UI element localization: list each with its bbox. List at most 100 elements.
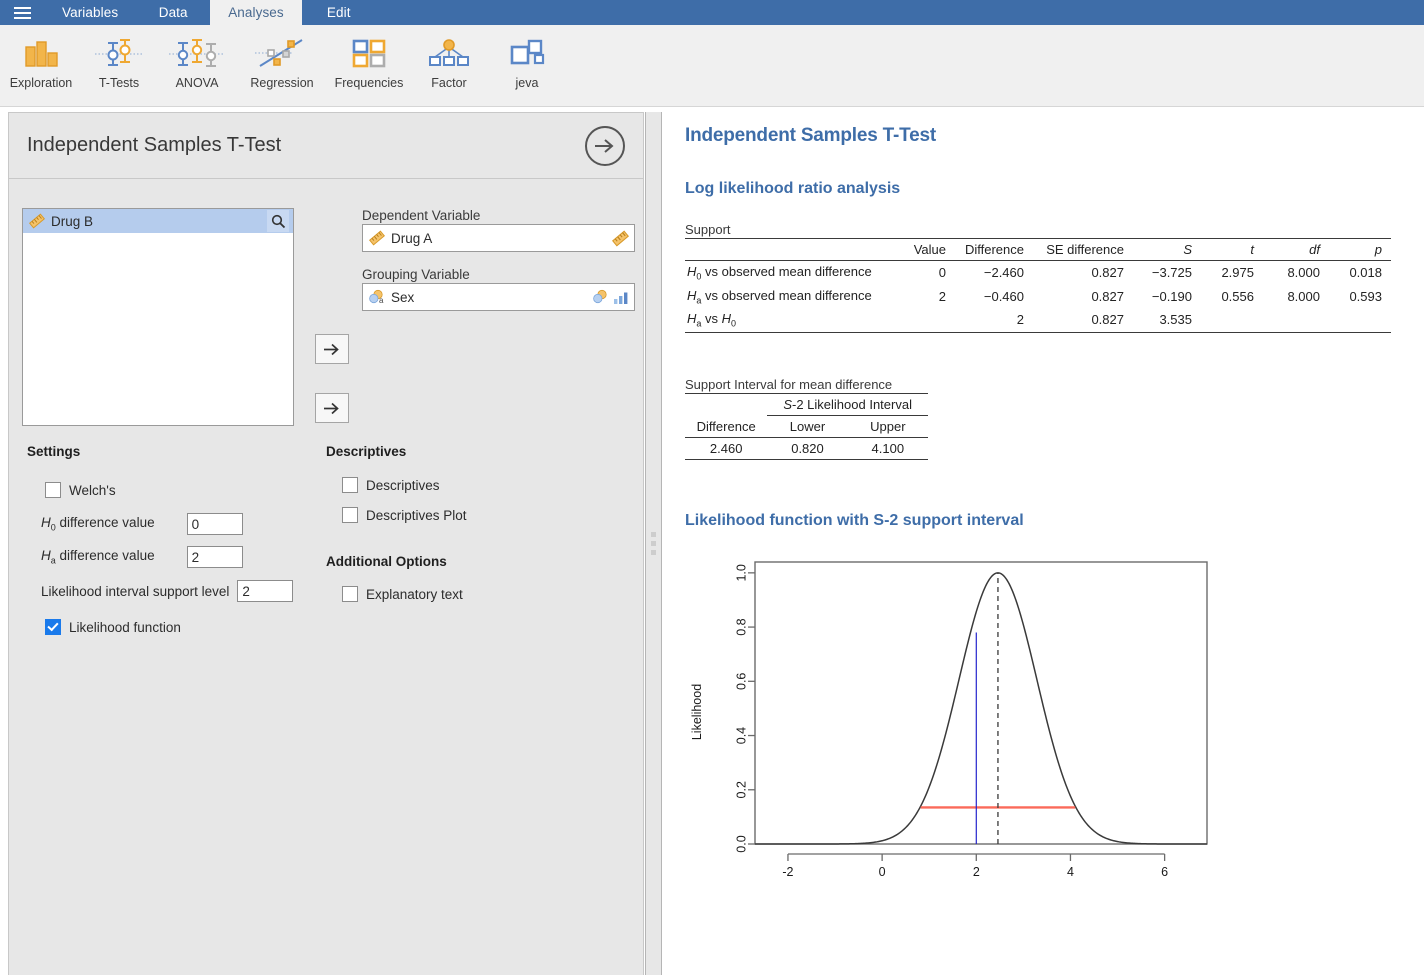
tab-edit[interactable]: Edit [302,0,376,25]
ribbon-button-jeva[interactable]: jeva [488,25,566,103]
explanatory-text-label: Explanatory text [366,586,463,602]
grouping-variable-box[interactable]: a Sex [362,283,635,311]
results-section-log-likelihood[interactable]: Log likelihood ratio analysis [685,180,1424,198]
ribbon-label-exploration: Exploration [9,76,73,90]
ordinal-icon [614,292,628,304]
t-tests-icon [86,33,152,73]
svg-text:2: 2 [973,865,980,879]
dependent-variable-box[interactable]: Drug A [362,224,635,252]
svg-text:6: 6 [1161,865,1168,879]
interval-table-caption: Support Interval for mean difference [685,376,893,392]
likelihood-curve [755,571,1207,845]
col-header-df: df [1263,238,1329,261]
analyses-ribbon: Exploration T-Tests ANOVA Regression Fre… [0,25,1424,107]
descriptives-plot-checkbox[interactable]: Descriptives Plot [342,507,467,523]
arrow-right-circle-icon[interactable] [585,125,625,166]
grouping-variable-label: Grouping Variable [362,267,470,282]
h0-difference-input[interactable] [186,513,243,535]
group-header-likelihood-interval: S-2 Likelihood Interval [767,392,928,416]
row-label: H0 vs observed mean difference [687,264,872,282]
factor-icon [416,33,482,73]
support-table-caption: Support [685,222,731,237]
cell-df [1263,308,1329,333]
ribbon-label-regression: Regression [250,76,314,90]
cell-upper: 4.100 [847,437,928,460]
arrow-right-icon [324,402,339,414]
col-header-t: t [1201,238,1263,261]
variable-supplier-list[interactable]: Drug B [22,208,294,426]
ha-difference-input[interactable] [186,546,243,568]
likelihood-plot[interactable]: Likelihood 0.0 0.2 0.4 0.6 0.8 1.0 -2 0 2 4 6 [685,552,1424,897]
row-label: Ha vs observed mean difference [687,287,872,306]
options-header: Independent Samples T-Test [9,113,643,179]
table-row: H0 vs observed mean difference 0 −2.460 … [685,261,1391,285]
ribbon-button-factor[interactable]: Factor [410,25,488,103]
splitter-grip-icon [651,532,656,555]
table-row: Ha vs observed mean difference 2 −0.460 … [685,285,1391,309]
welch-checkbox[interactable]: Welch's [45,482,116,498]
checkbox-box [342,507,358,523]
ribbon-button-frequencies[interactable]: Frequencies [328,25,410,103]
ribbon-button-regression[interactable]: Regression [236,25,328,103]
list-item[interactable]: Drug B [23,209,293,233]
panel-splitter[interactable] [645,112,662,975]
h0-difference-label: H0 difference value [41,515,155,533]
cell-s: 3.535 [1133,308,1201,333]
continuous-ruler-icon [369,230,385,246]
descriptives-checkbox[interactable]: Descriptives [342,477,440,493]
checkbox-box [342,586,358,602]
dependent-variable-label: Dependent Variable [362,208,481,223]
workspace: Independent Samples T-Test Drug B Depend… [0,107,1424,975]
tab-analyses[interactable]: Analyses [210,0,302,25]
likelihood-function-checkbox[interactable]: Likelihood function [45,619,181,635]
support-table: Value Difference SE difference S t df p … [685,238,1391,333]
results-title[interactable]: Independent Samples T-Test [685,125,1424,147]
tab-variables[interactable]: Variables [44,0,136,25]
tab-data[interactable]: Data [136,0,210,25]
col-header-difference: Difference [685,415,768,438]
welch-label: Welch's [69,482,116,498]
ribbon-label-frequencies: Frequencies [334,76,404,90]
table-row: 2.460 0.820 4.100 [685,437,928,460]
cell-se: 0.827 [1091,265,1124,281]
svg-text:4: 4 [1067,865,1074,879]
table-row: Ha vs H0 2 0.827 3.535 [685,308,1391,333]
descriptives-section-title: Descriptives [326,444,407,459]
ribbon-label-t-tests: T-Tests [98,76,140,90]
col-header-value: Value [895,238,955,261]
regression-icon [249,33,315,73]
ribbon-button-t-tests[interactable]: T-Tests [80,25,158,103]
cell-value: 0 [938,265,946,281]
ribbon-label-anova: ANOVA [175,76,219,90]
svg-text:0.2: 0.2 [734,781,748,798]
hamburger-menu-icon[interactable] [0,0,44,25]
cell-difference: 2.460 [685,437,768,460]
cell-s: −0.190 [1151,288,1192,304]
bar-chart-icon [8,33,74,73]
cell-lower: 0.820 [767,437,848,460]
cell-difference: 2 [955,308,1033,333]
likelihood-interval-input[interactable] [237,580,294,602]
jeva-icon [494,33,560,73]
continuous-ruler-icon [612,230,629,246]
results-panel: Independent Samples T-Test Log likelihoo… [663,107,1424,975]
explanatory-text-checkbox[interactable]: Explanatory text [342,586,463,602]
x-axis-ticks: -2 0 2 4 6 [782,853,1168,879]
descriptives-plot-label: Descriptives Plot [366,507,467,523]
checkbox-box [45,619,61,635]
results-section-likelihood-plot[interactable]: Likelihood function with S-2 support int… [685,512,1424,530]
transfer-to-grouping-button[interactable] [315,393,349,423]
svg-text:1.0: 1.0 [734,564,748,581]
table-header-row: Difference Lower Upper [685,415,928,438]
col-header-difference: Difference [955,238,1033,261]
search-icon[interactable] [267,210,289,232]
svg-text:a: a [379,296,384,305]
ribbon-button-exploration[interactable]: Exploration [2,25,80,103]
cell-value: 2 [938,288,946,304]
col-header-lower: Lower [767,415,848,438]
transfer-to-dependent-button[interactable] [315,334,349,364]
likelihood-interval-label: Likelihood interval support level [41,583,230,599]
col-header-p: p [1329,238,1391,261]
additional-options-section-title: Additional Options [326,554,447,569]
ribbon-button-anova[interactable]: ANOVA [158,25,236,103]
